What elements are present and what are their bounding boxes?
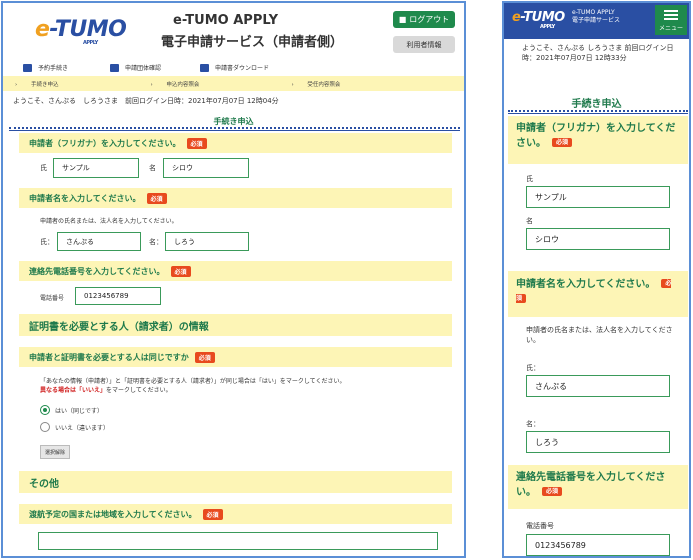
mobile-header: e-TUMO APPLY e-TUMO APPLY 電子申請サービス メニュー [504,3,689,39]
required-badge: 必須 [552,138,573,147]
nav-download[interactable]: 申請書ダウンロード [200,63,269,72]
required-badge: 必須 [202,508,223,520]
radio-unselected-icon [40,422,50,432]
radio-selected-icon [40,405,50,415]
breadcrumb-inquiry[interactable]: › 申込内容照会 [150,80,239,88]
hamburger-icon [664,13,678,16]
given-input[interactable]: しろう [526,431,670,453]
etumo-logo[interactable]: e-TUMO APPLY [512,10,565,30]
surname-label: 氏： [40,238,54,246]
breadcrumb-apply[interactable]: › 手続き申込 [15,80,98,88]
phone-label: 電話番号 [40,295,65,302]
given-kana-input[interactable]: シロウ [163,158,249,178]
logout-button[interactable]: ■ ログアウト [393,11,455,28]
given-label: 名： [149,238,163,246]
given-kana-input[interactable]: シロウ [526,228,670,250]
question-name: 申請者名を入力してください。 必須 [508,271,688,317]
section-divider [508,110,688,114]
etumo-logo[interactable]: e-TUMO APPLY [35,17,127,46]
download-icon [200,63,209,72]
name-note: 申請者の氏名または、法人名を入力してください。 [40,218,178,225]
user-icon: ■ [398,15,407,24]
required-badge: 必須 [186,137,207,149]
required-badge: 必須 [170,265,191,277]
app-title: e-TUMO APPLY [173,13,279,28]
desktop-view: e-TUMO APPLY e-TUMO APPLY 電子申請サービス（申請者側）… [1,1,466,558]
surname-input[interactable]: さんぷる [57,232,141,251]
given-kana-label: 名 [149,164,156,172]
same-person-note-2: 異なる場合は「いいえ」をマークしてください。 [40,387,172,394]
breadcrumb-bar: › 手続き申込 › 申込内容照会 › 受任内容照会 [3,76,464,91]
surname-kana-input[interactable]: サンプル [526,186,670,208]
given-input[interactable]: しろう [165,232,249,251]
nav-group-check[interactable]: 申請団体確認 [110,63,161,72]
app-subtitle: 電子申請サービス（申請者側） [161,35,344,50]
section-title: 手続き申込 [571,99,622,110]
radio-no[interactable]: いいえ（違います） [40,422,109,432]
phone-label: 電話番号 [526,522,554,530]
question-phone: 連絡先電話番号を入力してください。 必須 [508,465,688,509]
question-name: 申請者名を入力してください。 必須 [19,188,452,208]
required-badge: 必須 [146,192,167,204]
surname-kana-label: 氏 [40,164,47,172]
cert-holder-heading: 証明書を必要とする人（請求者）の情報 [19,314,452,336]
required-badge: 必須 [194,351,215,363]
other-heading: その他 [19,471,452,493]
section-title: 手続き申込 [213,117,254,126]
welcome-text: ようこそ、さんぷる しろうさま 前回ログイン日時：2021年07月07日 12時… [13,97,279,105]
surname-kana-input[interactable]: サンプル [53,158,139,178]
calendar-icon [23,63,32,72]
given-label: 名： [526,420,540,428]
nav-reservation[interactable]: 予約手続き [23,63,68,72]
group-icon [110,63,119,72]
name-note: 申請者の氏名または、法人名を入力してください。 [526,326,673,344]
mobile-view: e-TUMO APPLY e-TUMO APPLY 電子申請サービス メニュー … [502,1,691,558]
question-country: 渡航予定の国または地域を入力してください。 必須 [19,504,452,524]
surname-label: 氏： [526,364,540,372]
menu-button[interactable]: メニュー [655,5,687,35]
header: e-TUMO APPLY e-TUMO APPLY 電子申請サービス（申請者側）… [3,3,464,55]
given-kana-label: 名 [526,217,533,225]
user-info-button[interactable]: 利用者情報 [393,36,455,53]
same-person-note: 「あなたの情報（申請者）」と「証明書を必要とする人（請求者）」が同じ場合は「はい… [40,378,346,385]
surname-input[interactable]: さんぷる [526,375,670,397]
question-same-person: 申請者と証明書を必要とする人は同じですか 必須 [19,347,452,367]
required-badge: 必須 [542,487,563,496]
radio-yes[interactable]: はい（同じです） [40,405,103,415]
clear-selection-button[interactable]: 選択解除 [40,445,70,459]
question-furigana: 申請者（フリガナ）を入力してください。 必須 [19,133,452,153]
welcome-text: ようこそ、さんぷる しろうさま 前回ログイン日時：2021年07月07日 12時… [522,44,674,62]
section-divider [9,127,460,131]
top-nav: 予約手続き 申請団体確認 申請書ダウンロード [3,59,464,75]
question-furigana: 申請者（フリガナ）を入力してください。 必須 [508,116,688,164]
surname-kana-label: 氏 [526,175,533,183]
country-input[interactable] [38,532,438,550]
breadcrumb-mandate[interactable]: › 受任内容照会 [291,80,380,88]
question-phone: 連絡先電話番号を入力してください。 必須 [19,261,452,281]
app-title: e-TUMO APPLY 電子申請サービス [572,9,621,24]
phone-input[interactable]: 0123456789 [526,534,670,556]
phone-input[interactable]: 0123456789 [75,287,161,305]
